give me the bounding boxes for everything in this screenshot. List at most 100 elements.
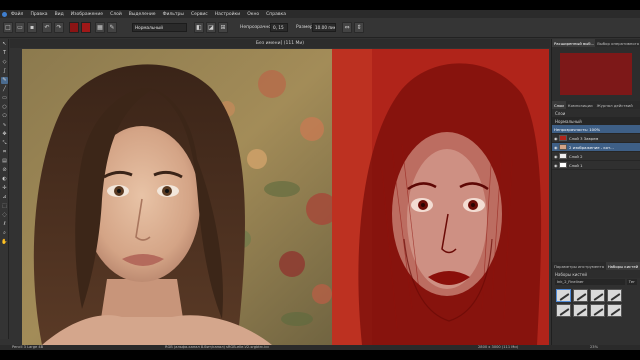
- menu-bar: Файл Правка Вид Изображение Слой Выделен…: [0, 10, 640, 18]
- assistant-tool-icon[interactable]: ✢: [1, 185, 8, 192]
- layer-opacity-row[interactable]: Непрозрачность: 100%: [552, 125, 640, 134]
- layer-opacity-text: Непрозрачность: 100%: [554, 126, 601, 132]
- eye-icon[interactable]: ◉: [554, 163, 558, 168]
- save-icon[interactable]: ▪: [27, 22, 37, 33]
- menu-view[interactable]: Вид: [55, 12, 64, 17]
- blend-mode-select[interactable]: Нормальный: [132, 23, 187, 32]
- toolbox: ↖ T ◇ ∫ ✎ ╱ ▭ ○ ⬠ ∿ ✥ ⤡ ⌗ ▤ ⊘ ◐ ✢ ⊿ ⬚ ◌ …: [0, 39, 9, 339]
- open-document-icon[interactable]: ▭: [15, 22, 25, 33]
- brush-preset-icon[interactable]: ✎: [107, 22, 117, 33]
- redo-icon[interactable]: ↷: [54, 22, 64, 33]
- tool-options-bar: □ ▭ ▪ ↶ ↷ ▦ ✎ Нормальный ◧ ◪ ⊞ Непрозрач…: [0, 18, 640, 38]
- measure-tool-icon[interactable]: ⊿: [1, 194, 8, 201]
- document-tab-title[interactable]: Без имени] (111 Ми): [10, 39, 550, 48]
- brush-preset[interactable]: [590, 304, 605, 317]
- eraser-mode-icon[interactable]: ◧: [194, 22, 204, 33]
- color-selector[interactable]: [552, 47, 640, 101]
- layer-row[interactable]: ◉ Слой 1: [552, 161, 640, 170]
- red-sketch-layer: [332, 49, 549, 345]
- tab-brush-presets[interactable]: Наборы кистей: [605, 262, 640, 270]
- transform-tool-icon[interactable]: ⤡: [1, 140, 8, 147]
- tab-advanced-color[interactable]: Расширенный выб...: [552, 39, 596, 47]
- edit-shapes-icon[interactable]: ◇: [1, 59, 8, 66]
- mirror-horizontal-icon[interactable]: ⇔: [342, 22, 352, 33]
- eye-icon[interactable]: ◉: [554, 136, 558, 141]
- path-tool-icon[interactable]: ∿: [1, 122, 8, 129]
- tab-tool-options[interactable]: Параметры инструмента: [552, 262, 606, 270]
- tab-history[interactable]: Журнал действий: [595, 101, 635, 109]
- eye-icon[interactable]: ◉: [554, 154, 558, 159]
- text-tool-icon[interactable]: T: [1, 50, 8, 57]
- rect-select-icon[interactable]: ⬚: [1, 203, 8, 210]
- line-tool-icon[interactable]: ╱: [1, 86, 8, 93]
- tab-compositions[interactable]: Композиции: [566, 101, 595, 109]
- status-bar: Pencil 3 Large 4B RGB (альфа-канал 8-бит…: [0, 345, 640, 350]
- brush-preset-grid: [552, 286, 640, 320]
- fill-tool-icon[interactable]: ◐: [1, 176, 8, 183]
- new-document-icon[interactable]: □: [3, 22, 13, 33]
- layer-row[interactable]: ◉ 2 изображение - кот...: [552, 143, 640, 152]
- layer-row[interactable]: ◉ Слой 2: [552, 152, 640, 161]
- status-zoom[interactable]: 23%: [590, 345, 598, 350]
- menu-tools[interactable]: Сервис: [191, 12, 208, 17]
- polygon-tool-icon[interactable]: ⬠: [1, 113, 8, 120]
- menu-settings[interactable]: Настройки: [215, 12, 240, 17]
- menu-image[interactable]: Изображение: [71, 12, 103, 17]
- crop-tool-icon[interactable]: ⌗: [1, 149, 8, 156]
- menu-layer[interactable]: Слой: [110, 12, 122, 17]
- menu-window[interactable]: Окно: [247, 12, 259, 17]
- brush-search-field[interactable]: Ink_2_Fineliner: [555, 279, 625, 285]
- status-color-profile: RGB (альфа-канал 8-бит/канал) sRGB-elle-…: [165, 345, 270, 349]
- brush-preset[interactable]: [556, 304, 571, 317]
- layer-thumbnail: [559, 153, 567, 159]
- tab-quick-color[interactable]: Выбор оперативного: [595, 39, 640, 47]
- tab-layers[interactable]: Слои: [552, 101, 566, 109]
- menu-help[interactable]: Справка: [266, 12, 286, 17]
- layers-docker-tabs: Слои Композиции Журнал действий: [552, 101, 640, 109]
- layer-thumbnail: [559, 162, 567, 168]
- canvas[interactable]: [22, 49, 549, 345]
- brush-presets-title: Наборы кистей: [552, 270, 640, 278]
- mirror-vertical-icon[interactable]: ⇕: [354, 22, 364, 33]
- gradient-tool-icon[interactable]: ▤: [1, 158, 8, 165]
- wrap-mode-icon[interactable]: ⊞: [218, 22, 228, 33]
- ellipse-tool-icon[interactable]: ○: [1, 104, 8, 111]
- color-field[interactable]: [560, 53, 632, 95]
- krita-window: Файл Правка Вид Изображение Слой Выделен…: [0, 10, 640, 350]
- opacity-field[interactable]: 0, 15: [270, 23, 288, 32]
- pan-tool-icon[interactable]: ✋: [1, 239, 8, 246]
- rectangle-tool-icon[interactable]: ▭: [1, 95, 8, 102]
- brush-preset[interactable]: [573, 289, 588, 302]
- brush-preset[interactable]: [573, 304, 588, 317]
- brush-preset[interactable]: [556, 289, 571, 302]
- foreground-color-swatch[interactable]: [69, 22, 79, 33]
- menu-file[interactable]: Файл: [11, 12, 23, 17]
- brush-preset[interactable]: [607, 289, 622, 302]
- size-field[interactable]: 10.00 пикс.: [312, 23, 336, 32]
- brush-docker-tabs: Параметры инструмента Наборы кистей: [552, 262, 640, 270]
- calligraphy-icon[interactable]: ∫: [1, 68, 8, 75]
- brush-tag-filter[interactable]: Тег: [626, 279, 637, 285]
- undo-icon[interactable]: ↶: [42, 22, 52, 33]
- pattern-icon[interactable]: ▦: [95, 22, 105, 33]
- zoom-tool-icon[interactable]: ⌕: [1, 230, 8, 237]
- layer-row[interactable]: ◉ Слой 3 Заврем: [552, 134, 640, 143]
- eye-icon[interactable]: ◉: [554, 145, 558, 150]
- background-color-swatch[interactable]: [81, 22, 91, 33]
- app-logo-icon: [2, 11, 7, 17]
- menu-filters[interactable]: Фильтры: [163, 12, 184, 17]
- layer-blend-select[interactable]: Нормальный: [552, 117, 640, 125]
- freehand-brush-icon[interactable]: ✎: [1, 77, 8, 84]
- menu-select[interactable]: Выделение: [129, 12, 156, 17]
- menu-edit[interactable]: Правка: [30, 12, 47, 17]
- move-tool-icon[interactable]: ✥: [1, 131, 8, 138]
- color-picker-icon[interactable]: ⊘: [1, 167, 8, 174]
- reference-photo: [22, 49, 342, 345]
- layers-title: Слои: [552, 109, 640, 117]
- lasso-select-icon[interactable]: ℓ: [1, 221, 8, 228]
- brush-preset[interactable]: [607, 304, 622, 317]
- select-shapes-icon[interactable]: ↖: [1, 41, 8, 48]
- preserve-alpha-icon[interactable]: ◪: [206, 22, 216, 33]
- brush-preset[interactable]: [590, 289, 605, 302]
- ellipse-select-icon[interactable]: ◌: [1, 212, 8, 219]
